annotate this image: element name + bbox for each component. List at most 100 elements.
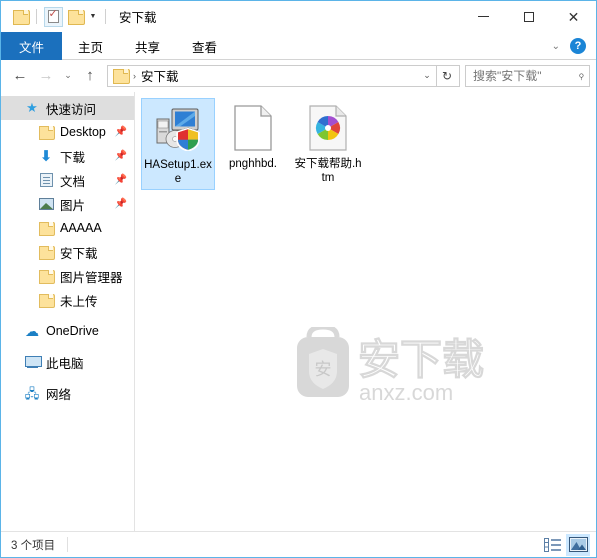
tab-file[interactable]: 文件 [1, 32, 63, 60]
sidebar-item-label: 图片管理器 [60, 270, 123, 285]
path-dropdown-icon[interactable]: ⌄ [418, 66, 436, 86]
tab-share[interactable]: 共享 [119, 32, 176, 60]
refresh-icon[interactable]: ↻ [437, 66, 457, 86]
large-icons-view-icon[interactable] [566, 533, 590, 556]
blank-file-icon [229, 104, 277, 152]
watermark-shield-text: 安 [315, 360, 332, 380]
quick-access-toolbar: ▼ [1, 6, 111, 28]
ribbon-right-controls: ⌄ ? [552, 32, 592, 60]
help-icon[interactable]: ? [570, 38, 586, 54]
new-folder-icon [67, 10, 85, 25]
ribbon-tabs: 文件 主页 共享 查看 ⌄ ? [1, 32, 596, 60]
sidebar-item-label: OneDrive [46, 324, 99, 338]
search-input[interactable]: 搜索"安下载" [473, 67, 578, 84]
pictures-icon [37, 195, 55, 213]
folder-icon [37, 219, 55, 237]
sidebar-item-label: 图片 [60, 198, 86, 213]
minimize-button[interactable] [461, 1, 506, 32]
html-pinwheel-icon [304, 104, 352, 152]
recent-locations-button[interactable]: ⌄ [59, 63, 77, 89]
sidebar-item-this-pc[interactable]: 此电脑 [1, 350, 134, 374]
sidebar-item-onedrive[interactable]: ☁ OneDrive [1, 319, 134, 343]
sidebar-item-documents[interactable]: 文档 📌 [1, 168, 134, 192]
status-bar: 3 个项目 [1, 531, 596, 557]
sidebar-item-downloads[interactable]: ⬇ 下载 📌 [1, 144, 134, 168]
sidebar-item-label: 下载 [60, 150, 86, 165]
chevron-down-icon[interactable]: ⌄ [552, 41, 560, 52]
sidebar-item-pictures[interactable]: 图片 📌 [1, 192, 134, 216]
folder-icon [37, 267, 55, 285]
title-bar: ▼ 安下载 ✕ [1, 1, 596, 32]
folder-icon [37, 123, 55, 141]
breadcrumb-folder-icon [113, 69, 130, 84]
sidebar-item-image-manager[interactable]: 图片管理器 [1, 264, 134, 288]
folder-icon [37, 291, 55, 309]
pin-icon: 📌 [114, 174, 127, 186]
sidebar-item-desktop[interactable]: Desktop 📌 [1, 120, 134, 144]
sidebar-item-label: 未上传 [60, 294, 98, 309]
watermark: 安 安下载 anxz.com [295, 324, 540, 407]
breadcrumb-current-folder[interactable]: 安下载 [141, 66, 179, 85]
pin-icon: 📌 [114, 198, 127, 210]
file-name-label: HASetup1.exe [144, 159, 212, 185]
item-count-label: 3 个项目 [11, 539, 56, 552]
watermark-brand: 安下载 [358, 335, 484, 384]
file-item-hasetup[interactable]: HASetup1.exe [141, 98, 215, 190]
file-explorer-window: ▼ 安下载 ✕ 文件 主页 共享 查看 ⌄ ? ← → ⌄ ↑ [0, 0, 597, 558]
sidebar-gap-2 [1, 343, 134, 350]
setup-exe-icon [154, 105, 202, 153]
maximize-button[interactable] [506, 1, 551, 32]
pin-icon: 📌 [114, 150, 127, 162]
qat-separator-1 [36, 9, 37, 24]
path-right-controls: ⌄ ↻ [418, 65, 457, 86]
search-box[interactable]: 搜索"安下载" ⌕ [465, 64, 590, 87]
sidebar-gap-1 [1, 312, 134, 319]
file-name-label: pnghhbd. [229, 158, 277, 170]
close-button[interactable]: ✕ [551, 1, 596, 32]
sidebar-item-aaaaa[interactable]: AAAAA [1, 216, 134, 240]
cloud-icon: ☁ [25, 323, 39, 339]
maximize-icon [523, 11, 534, 22]
sidebar-item-label: AAAAA [60, 221, 102, 235]
file-item-help-htm[interactable]: 安下载帮助.htm [291, 98, 365, 190]
documents-icon [37, 171, 55, 189]
address-bar: ← → ⌄ ↑ › 安下载 ⌄ ↻ 搜索"安下载" ⌕ [1, 60, 596, 92]
sidebar-item-label: 此电脑 [46, 356, 84, 371]
sidebar-item-label: Desktop [60, 125, 106, 139]
breadcrumb-separator: › [133, 70, 136, 81]
path-box[interactable]: › 安下载 ⌄ ↻ [107, 64, 460, 87]
navigation-pane: ★ 快速访问 Desktop 📌 ⬇ 下载 📌 文档 📌 图片 📌 AAAAA … [1, 92, 135, 531]
sidebar-item-label: 安下载 [60, 246, 98, 261]
network-icon: 🖧 [24, 385, 40, 401]
this-pc-icon [23, 353, 42, 371]
window-title: 安下载 [119, 11, 157, 25]
breadcrumb: › 安下载 [113, 66, 418, 85]
sidebar-item-network[interactable]: 🖧 网络 [1, 381, 134, 405]
status-separator [67, 537, 69, 552]
file-list-pane[interactable]: HASetup1.exe pnghhbd. 安下载帮助.htm 安 安下载 an… [135, 92, 596, 531]
folder-icon [37, 243, 55, 261]
folder-icon [12, 10, 30, 25]
window-controls: ✕ [461, 1, 596, 32]
pin-icon: 📌 [114, 126, 127, 138]
tab-view[interactable]: 查看 [176, 32, 233, 60]
up-button[interactable]: ↑ [77, 63, 103, 89]
sidebar-item-label: 文档 [60, 174, 86, 189]
sidebar-item-quick-access[interactable]: ★ 快速访问 [1, 96, 134, 120]
qat-customize-caret-icon[interactable]: ▼ [86, 6, 100, 28]
back-button[interactable]: ← [7, 63, 33, 89]
sidebar-item-label: 网络 [46, 387, 72, 402]
forward-button[interactable]: → [33, 63, 59, 89]
sidebar-item-not-uploaded[interactable]: 未上传 [1, 288, 134, 312]
file-item-pnghhbd[interactable]: pnghhbd. [216, 98, 290, 190]
tab-home[interactable]: 主页 [62, 32, 119, 60]
body-area: ★ 快速访问 Desktop 📌 ⬇ 下载 📌 文档 📌 图片 📌 AAAAA … [1, 92, 596, 531]
minimize-icon [478, 16, 489, 17]
file-name-label: 安下载帮助.htm [294, 158, 362, 184]
sidebar-item-anxiazai[interactable]: 安下载 [1, 240, 134, 264]
qat-new-folder-button[interactable] [64, 6, 86, 28]
qat-folder-button[interactable] [9, 6, 31, 28]
details-view-icon[interactable] [540, 534, 564, 556]
download-icon: ⬇ [39, 147, 53, 165]
qat-properties-button[interactable] [42, 6, 64, 28]
